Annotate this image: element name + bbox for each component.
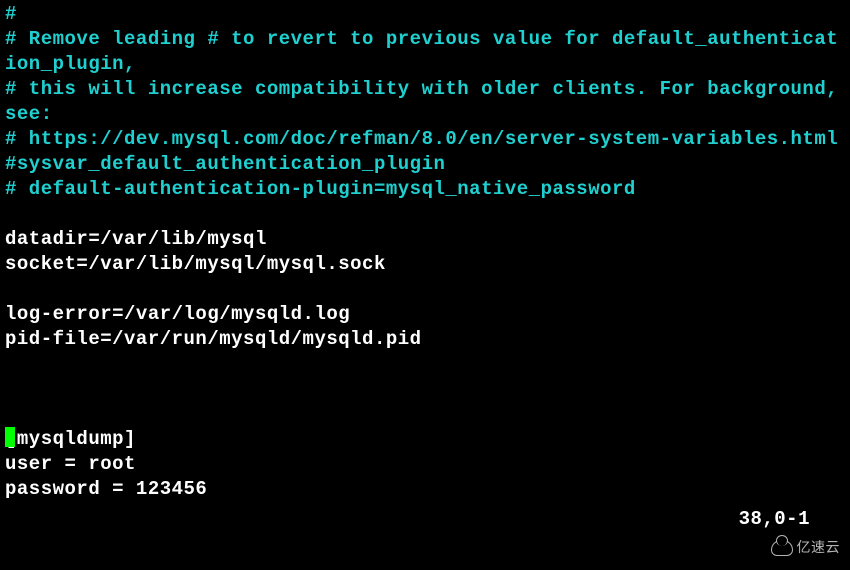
- config-line: [mysqldump]: [5, 427, 845, 452]
- config-comment-line: # default-authentication-plugin=mysql_na…: [5, 177, 845, 202]
- blank-line: [5, 352, 845, 377]
- config-line: password = 123456: [5, 477, 845, 502]
- config-comment-line: # Remove leading # to revert to previous…: [5, 27, 845, 77]
- config-line: datadir=/var/lib/mysql: [5, 227, 845, 252]
- config-line: user = root: [5, 452, 845, 477]
- watermark-text: 亿速云: [797, 535, 841, 560]
- config-line: log-error=/var/log/mysqld.log: [5, 302, 845, 327]
- vim-position-indicator: 38,0-1: [739, 507, 810, 532]
- config-comment-line: # this will increase compatibility with …: [5, 77, 845, 127]
- config-comment-line: #: [5, 2, 845, 27]
- watermark: 亿速云: [771, 535, 841, 560]
- blank-line: [5, 202, 845, 227]
- blank-line: [5, 402, 845, 427]
- config-comment-line: # https://dev.mysql.com/doc/refman/8.0/e…: [5, 127, 845, 177]
- config-line: pid-file=/var/run/mysqld/mysqld.pid: [5, 327, 845, 352]
- blank-line: [5, 277, 845, 302]
- config-line: socket=/var/lib/mysql/mysql.sock: [5, 252, 845, 277]
- terminal-cursor: [5, 427, 15, 447]
- terminal-output[interactable]: ## Remove leading # to revert to previou…: [0, 0, 850, 504]
- cloud-icon: [771, 540, 793, 556]
- blank-line: [5, 377, 845, 402]
